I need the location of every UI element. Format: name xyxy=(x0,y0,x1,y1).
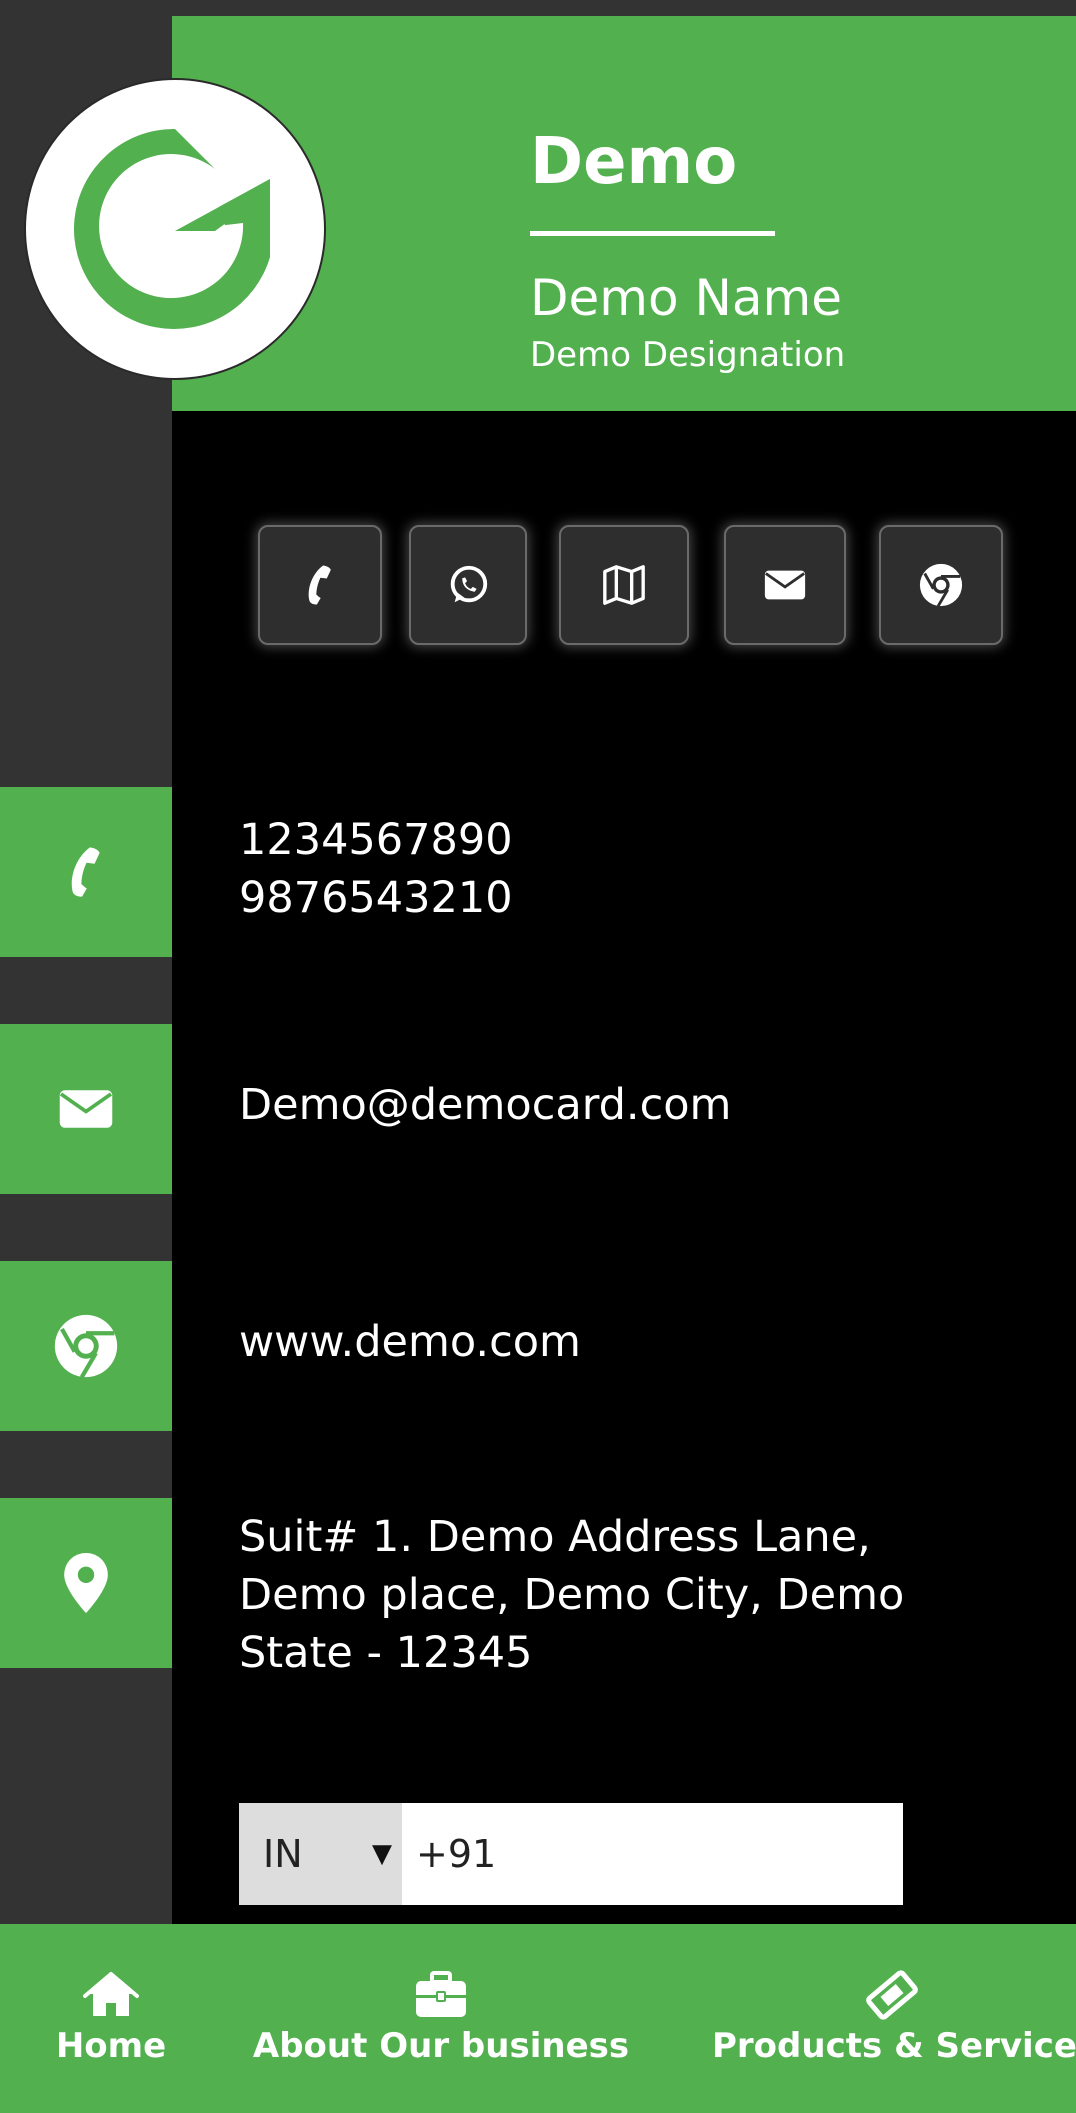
call-button[interactable] xyxy=(258,525,382,645)
phone-icon xyxy=(71,847,100,897)
header-divider xyxy=(530,231,775,236)
nav-about-label: About Our business xyxy=(252,2026,630,2066)
briefcase-icon xyxy=(416,1971,466,2017)
home-icon xyxy=(83,1972,139,2016)
envelope-icon xyxy=(764,570,806,600)
email-row-icon-box[interactable] xyxy=(0,1024,172,1194)
whatsapp-icon xyxy=(450,565,488,603)
phone-numbers[interactable]: 1234567890 9876543210 xyxy=(239,811,513,927)
nav-products-label: Products & Services xyxy=(712,2026,1076,2066)
chrome-icon xyxy=(54,1314,118,1379)
envelope-icon xyxy=(59,1090,113,1128)
ticket-icon xyxy=(866,1970,918,2020)
address-text[interactable]: Suit# 1. Demo Address Lane, Demo place, … xyxy=(239,1508,904,1682)
nav-products[interactable]: Products & Services xyxy=(712,1924,1076,2113)
phone-number-1[interactable]: 1234567890 xyxy=(239,811,513,869)
chrome-icon xyxy=(919,563,963,607)
quick-actions xyxy=(0,525,1076,645)
country-select[interactable]: IN ▼ xyxy=(239,1803,402,1905)
address-line-2: Demo place, Demo City, Demo xyxy=(239,1570,905,1620)
company-logo xyxy=(24,78,326,380)
country-code-label: IN xyxy=(263,1832,303,1876)
phone-icon xyxy=(308,565,331,605)
website-row-icon-box[interactable] xyxy=(0,1261,172,1431)
map-button[interactable] xyxy=(559,525,689,645)
phone-number-2[interactable]: 9876543210 xyxy=(239,869,513,927)
g-logo-icon xyxy=(74,128,270,329)
website-url[interactable]: www.demo.com xyxy=(239,1313,581,1371)
address-row-icon-box[interactable] xyxy=(0,1498,172,1668)
phone-input[interactable] xyxy=(402,1803,903,1905)
bottom-nav: Home About Our business Products & Servi… xyxy=(0,1924,1076,2113)
address-line-1: Suit# 1. Demo Address Lane, xyxy=(239,1512,871,1562)
profile-header: Demo Demo Name Demo Designation xyxy=(24,16,1076,411)
person-designation: Demo Designation xyxy=(530,335,846,375)
email-address[interactable]: Demo@democard.com xyxy=(239,1076,731,1134)
person-name: Demo Name xyxy=(530,269,842,327)
whatsapp-button[interactable] xyxy=(409,525,527,645)
email-button[interactable] xyxy=(724,525,846,645)
nav-home[interactable]: Home xyxy=(50,1924,172,2113)
nav-home-label: Home xyxy=(55,2026,167,2066)
map-pin-icon xyxy=(64,1553,108,1613)
map-icon xyxy=(603,565,645,605)
whatsapp-share-form: IN ▼ xyxy=(239,1803,903,1905)
address-line-3: State - 12345 xyxy=(239,1628,533,1678)
nav-about[interactable]: About Our business xyxy=(252,1924,630,2113)
website-button[interactable] xyxy=(879,525,1003,645)
top-bar xyxy=(172,0,1076,16)
company-name: Demo xyxy=(530,125,738,199)
phone-row-icon-box[interactable] xyxy=(0,787,172,957)
caret-down-icon: ▼ xyxy=(372,1839,392,1869)
